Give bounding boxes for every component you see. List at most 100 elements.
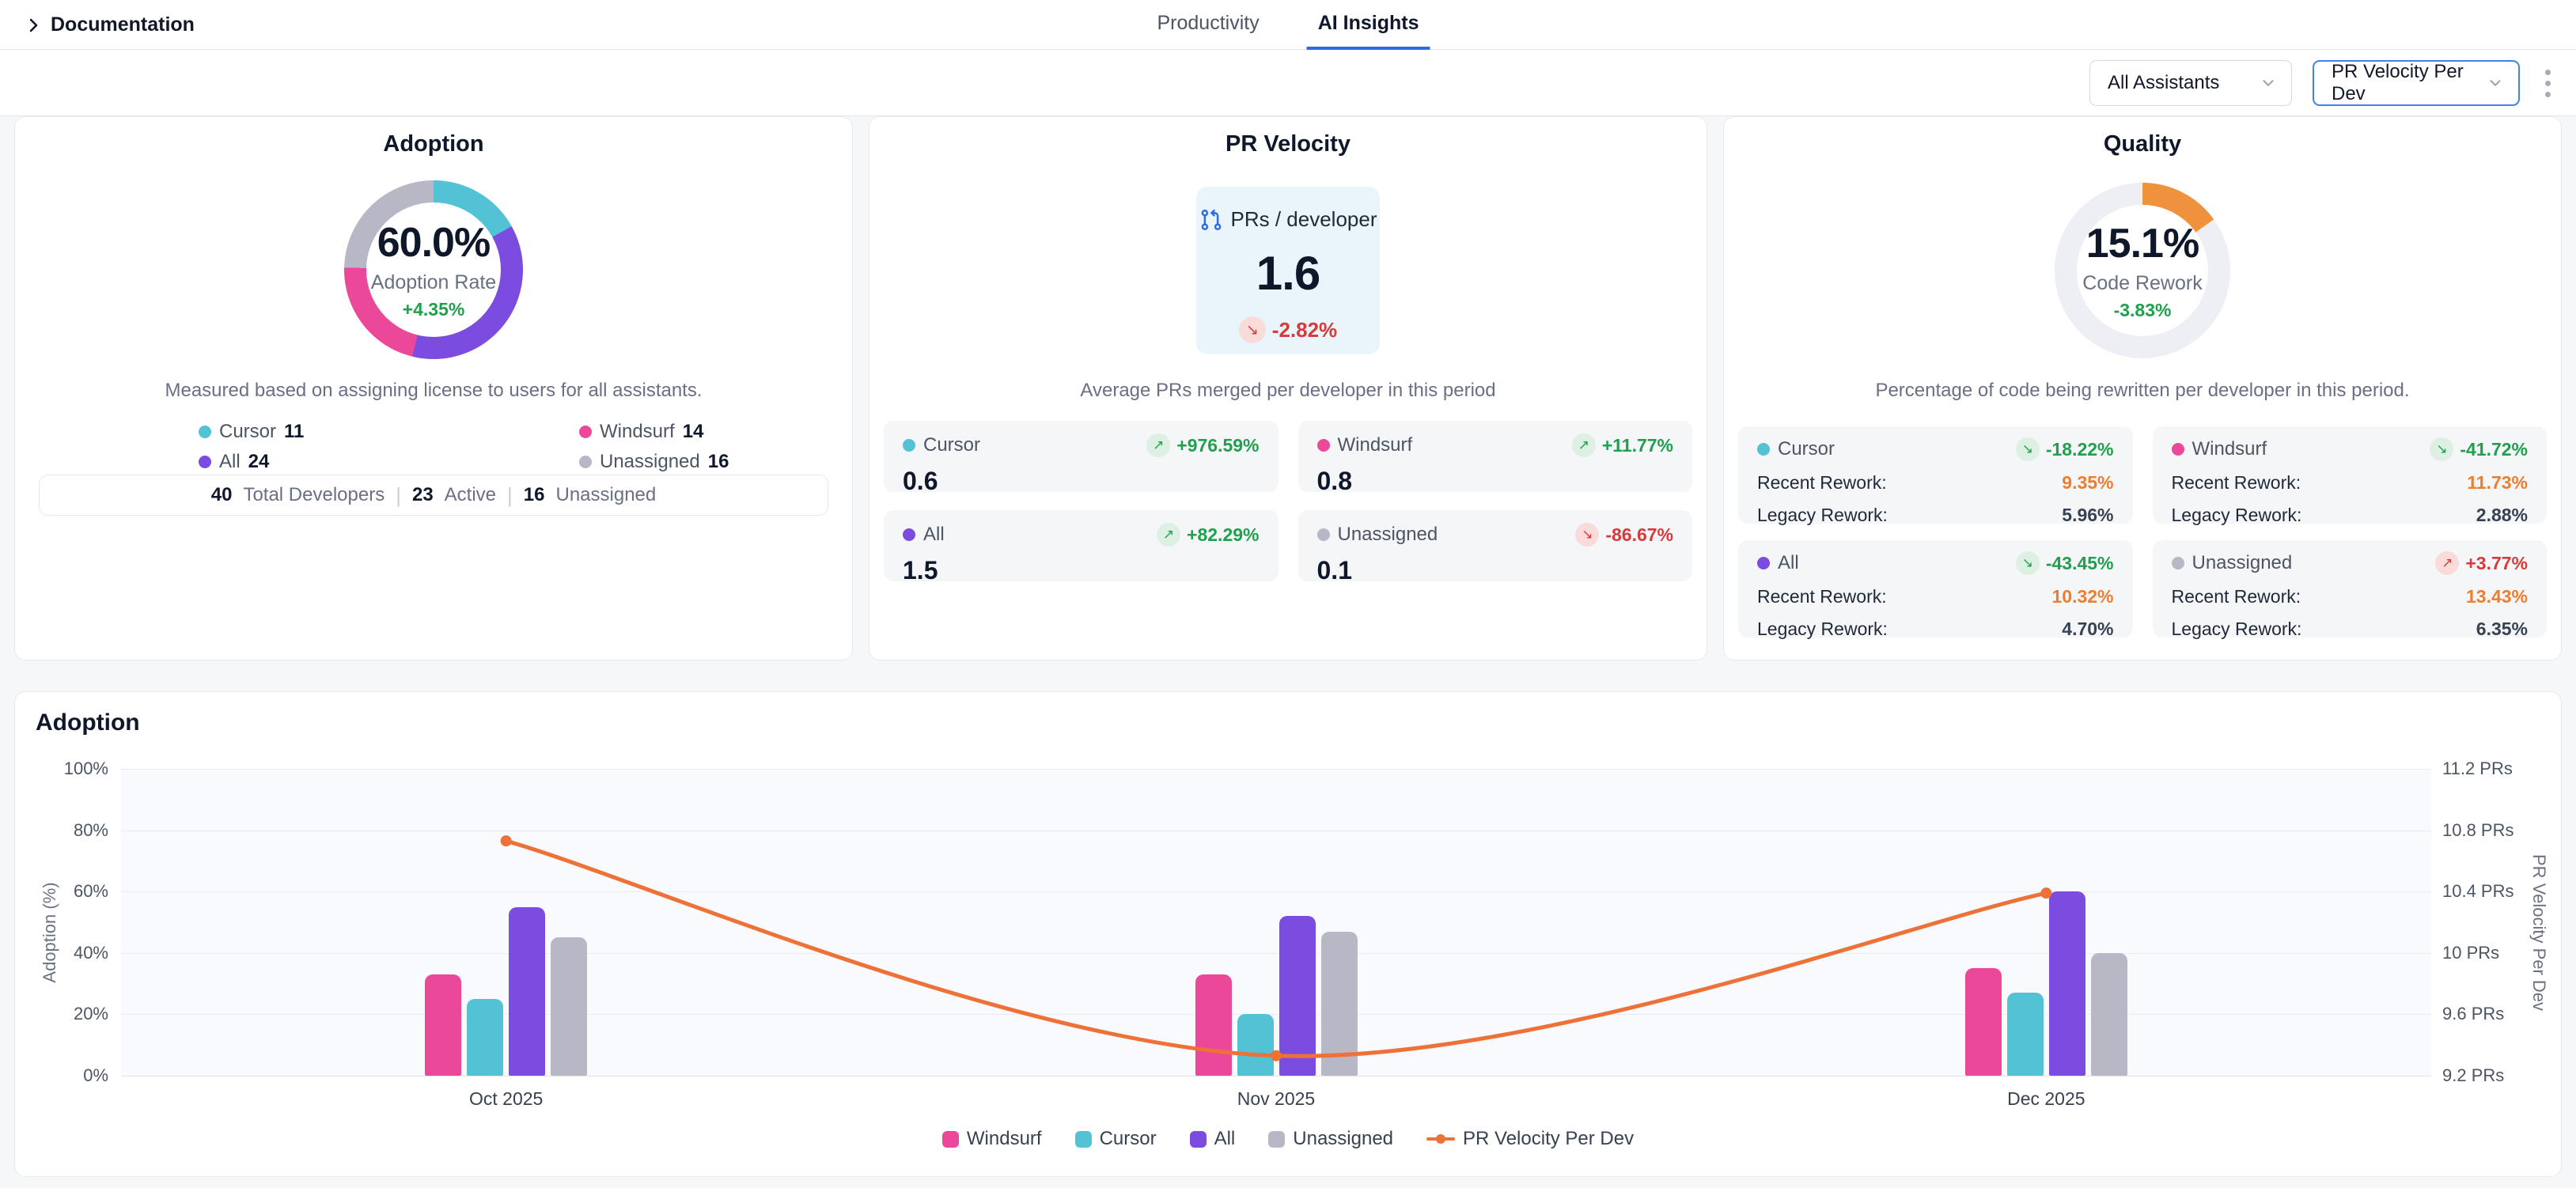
y-tick-label: 9.2 PRs xyxy=(2442,1065,2545,1086)
stat-card-unassigned: Unassigned ↗+3.77% Recent Rework:13.43% … xyxy=(2153,540,2548,638)
trend-arrow-icon: ↘ xyxy=(2016,437,2040,461)
legend-dot xyxy=(1757,557,1770,569)
stat-card-cursor: Cursor ↘-18.22% Recent Rework:9.35% Lega… xyxy=(1738,426,2133,524)
y-tick-label: 100% xyxy=(21,759,108,779)
trend-badge: ↘-41.72% xyxy=(2430,437,2528,461)
trend-badge: ↘-43.45% xyxy=(2016,551,2114,575)
y-tick-label: 40% xyxy=(21,943,108,963)
stat-card-windsurf: Windsurf ↗+11.77% 0.8 xyxy=(1298,421,1693,492)
y-tick-label: 20% xyxy=(21,1004,108,1024)
trend-arrow-icon: ↘ xyxy=(2430,437,2453,461)
trend-arrow-icon: ↘ xyxy=(1575,523,1599,547)
legend-item: Windsurf 14 xyxy=(579,421,820,443)
breadcrumb[interactable]: Documentation xyxy=(24,0,195,50)
legend-dot xyxy=(199,456,211,468)
stat-value: 0.6 xyxy=(903,467,1260,496)
y-tick-label: 10.8 PRs xyxy=(2442,820,2545,841)
kpi-cards-row: Adoption 60.0% Adoption Rate +4.35% Meas… xyxy=(14,116,2562,660)
breadcrumb-label: Documentation xyxy=(51,13,195,36)
plot-area xyxy=(121,769,2431,1076)
legend-dot xyxy=(903,528,915,541)
chart-legend-item-windsurf[interactable]: Windsurf xyxy=(942,1128,1042,1150)
y-tick-label: 10.4 PRs xyxy=(2442,881,2545,902)
adoption-rate-trend: +4.35% xyxy=(403,299,465,320)
recent-rework-value: 11.73% xyxy=(2467,472,2528,494)
ai-insights-dashboard: Documentation Productivity AI Insights A… xyxy=(0,0,2576,1188)
legend-dot xyxy=(1317,439,1330,452)
card-description: Measured based on assigning license to u… xyxy=(15,380,852,402)
stat-card-all: All ↘-43.45% Recent Rework:10.32% Legacy… xyxy=(1738,540,2133,638)
chart-legend-item-cursor[interactable]: Cursor xyxy=(1075,1128,1157,1150)
trend-arrow-icon: ↗ xyxy=(1146,433,1170,457)
stat-card-windsurf: Windsurf ↘-41.72% Recent Rework:11.73% L… xyxy=(2153,426,2548,524)
x-tick-label: Dec 2025 xyxy=(2007,1088,2085,1110)
legend-swatch xyxy=(942,1131,959,1148)
chart-legend-item-pr-velocity-per-dev[interactable]: PR Velocity Per Dev xyxy=(1426,1128,1634,1150)
card-description: Percentage of code being rewritten per d… xyxy=(1724,380,2561,402)
recent-rework-value: 13.43% xyxy=(2466,586,2528,607)
trend-badge: ↗+11.77% xyxy=(1572,433,1673,457)
code-rework-trend: -3.83% xyxy=(2114,300,2172,321)
legend-item: All 24 xyxy=(199,451,579,473)
x-tick-label: Nov 2025 xyxy=(1237,1088,1315,1110)
stat-card-cursor: Cursor ↗+976.59% 0.6 xyxy=(884,421,1279,492)
chart-legend-item-unassigned[interactable]: Unassigned xyxy=(1268,1128,1393,1150)
adoption-trend-chart-card: Adoption Adoption (%) PR Velocity Per De… xyxy=(14,691,2562,1177)
trend-badge: ↘ -2.82% xyxy=(1239,316,1337,343)
prs-per-developer-panel: PRs / developer 1.6 ↘ -2.82% xyxy=(1196,187,1380,354)
y-tick-label: 9.6 PRs xyxy=(2442,1004,2545,1024)
quality-card: Quality 15.1% Code Rework -3.83% Percent… xyxy=(1723,116,2562,660)
git-pull-request-icon xyxy=(1199,208,1223,232)
line-point xyxy=(501,835,512,846)
assistant-filter-select[interactable]: All Assistants xyxy=(2089,60,2292,106)
chart-legend-item-all[interactable]: All xyxy=(1190,1128,1236,1150)
y-tick-label: 11.2 PRs xyxy=(2442,759,2545,779)
legend-dot xyxy=(2172,443,2184,456)
legend-dot xyxy=(1317,528,1330,541)
line-marker-icon xyxy=(1426,1137,1455,1141)
trend-arrow-icon: ↘ xyxy=(1239,316,1266,343)
header-bar: Documentation Productivity AI Insights xyxy=(0,0,2576,50)
filter-toolbar: All Assistants PR Velocity Per Dev xyxy=(0,50,2576,116)
legacy-rework-value: 2.88% xyxy=(2476,505,2528,526)
tab-ai-insights[interactable]: AI Insights xyxy=(1307,0,1430,50)
prs-per-developer-value: 1.6 xyxy=(1256,246,1320,301)
chevron-down-icon xyxy=(2260,74,2277,92)
developer-summary-bar: 40Total Developers | 23Active | 16Unassi… xyxy=(39,475,828,516)
stat-value: 0.8 xyxy=(1317,467,1674,496)
adoption-rate-value: 60.0% xyxy=(377,219,490,267)
chart-title: Adoption xyxy=(36,709,140,736)
legend-swatch xyxy=(1190,1131,1207,1148)
legend-swatch xyxy=(1268,1131,1285,1148)
stat-card-unassigned: Unassigned ↘-86.67% 0.1 xyxy=(1298,510,1693,581)
stat-value: 1.5 xyxy=(903,556,1260,585)
legacy-rework-value: 4.70% xyxy=(2062,619,2113,640)
legend-swatch xyxy=(1075,1131,1092,1148)
chevron-right-icon xyxy=(24,16,43,35)
y-tick-label: 10 PRs xyxy=(2442,943,2545,963)
legacy-rework-value: 5.96% xyxy=(2062,505,2113,526)
legend-item: Unassigned 16 xyxy=(579,451,820,473)
tab-productivity[interactable]: Productivity xyxy=(1146,0,1270,50)
pr-velocity-line xyxy=(121,769,2431,1076)
legend-dot xyxy=(1757,443,1770,456)
metric-filter-select[interactable]: PR Velocity Per Dev xyxy=(2313,60,2520,106)
card-title: PR Velocity xyxy=(869,131,1707,157)
y-axis-label-right: PR Velocity Per Dev xyxy=(2529,854,2549,1011)
adoption-card: Adoption 60.0% Adoption Rate +4.35% Meas… xyxy=(14,116,853,660)
chart-legend: Windsurf Cursor All Unassigned PR Velocity P… xyxy=(15,1128,2561,1150)
trend-badge: ↘-86.67% xyxy=(1575,523,1673,547)
trend-badge: ↗+976.59% xyxy=(1146,433,1259,457)
card-title: Adoption xyxy=(15,131,852,157)
adoption-legend: Cursor 11 Windsurf 14 All 24 Unassigned … xyxy=(199,421,820,473)
trend-arrow-icon: ↘ xyxy=(2016,551,2040,575)
more-options-kebab-icon[interactable] xyxy=(2540,65,2555,102)
prs-per-developer-label: PRs / developer xyxy=(1231,207,1377,232)
legend-dot xyxy=(2172,557,2184,569)
quality-stats-grid: Cursor ↘-18.22% Recent Rework:9.35% Lega… xyxy=(1738,426,2547,638)
stat-card-all: All ↗+82.29% 1.5 xyxy=(884,510,1279,581)
tab-bar: Productivity AI Insights xyxy=(1146,0,1430,50)
chevron-down-icon xyxy=(2487,74,2504,92)
code-rework-value: 15.1% xyxy=(2086,220,2199,267)
line-point xyxy=(1271,1050,1282,1061)
